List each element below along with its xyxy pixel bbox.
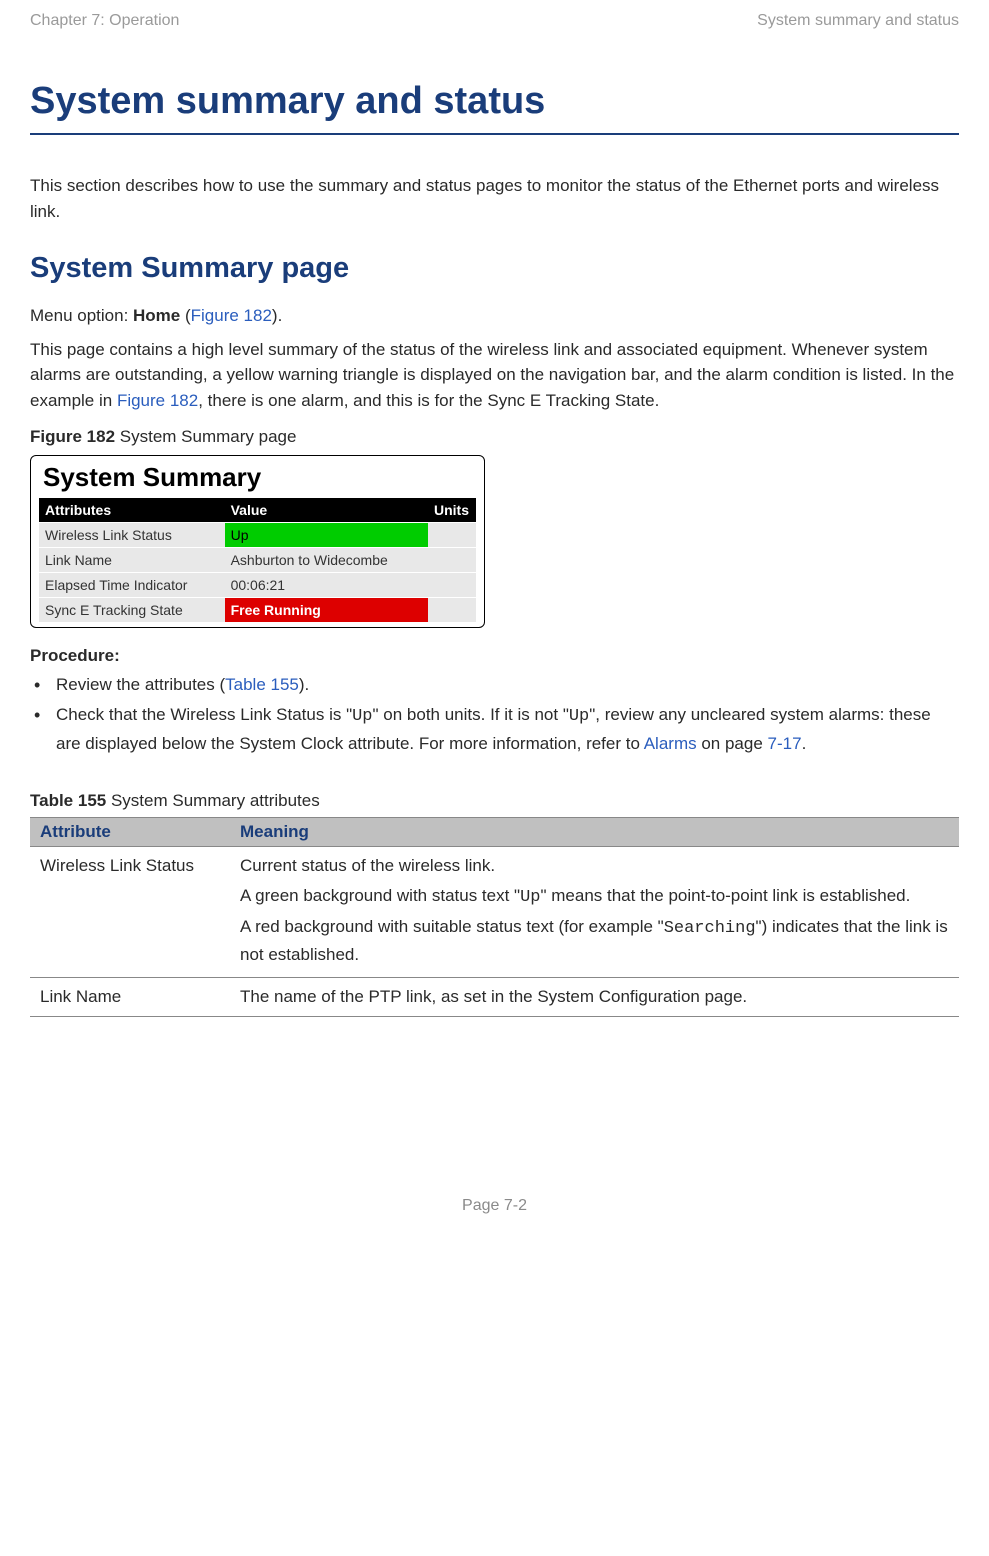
- text: on page: [697, 734, 768, 753]
- mono-text: Up: [352, 707, 372, 726]
- summary-table: Attributes Value Units Wireless Link Sta…: [39, 497, 476, 623]
- list-item: Review the attributes (Table 155).: [30, 672, 959, 698]
- table-caption: Table 155 System Summary attributes: [30, 791, 959, 811]
- mono-text: Up: [520, 888, 540, 907]
- table-ref-link[interactable]: Table 155: [225, 675, 299, 694]
- col-header-attributes: Attributes: [39, 498, 225, 522]
- text: Check that the Wireless Link Status is ": [56, 705, 352, 724]
- page-title: System summary and status: [30, 80, 959, 135]
- text: " on both units. If it is not ": [373, 705, 569, 724]
- text: A red background with suitable status te…: [240, 917, 664, 936]
- system-summary-panel: System Summary Attributes Value Units Wi…: [30, 455, 485, 628]
- attributes-table: Attribute Meaning Wireless Link Status C…: [30, 817, 959, 1017]
- figure-ref-link[interactable]: Figure 182: [117, 391, 198, 410]
- summary-panel-title: System Summary: [39, 462, 476, 493]
- text: A green background with status text ": [240, 886, 520, 905]
- cell-attribute: Link Name: [30, 978, 230, 1017]
- cell-value: Ashburton to Widecombe: [225, 548, 428, 572]
- cell-meaning: Current status of the wireless link. A g…: [230, 847, 959, 978]
- menu-option-line: Menu option: Home (Figure 182).: [30, 303, 959, 329]
- text: Menu option:: [30, 306, 133, 325]
- page-ref-link[interactable]: 7-17: [768, 734, 802, 753]
- cell-attr: Link Name: [39, 548, 225, 572]
- text: , there is one alarm, and this is for th…: [198, 391, 659, 410]
- cell-meaning: The name of the PTP link, as set in the …: [230, 978, 959, 1017]
- cell-units: [428, 523, 476, 547]
- text: (: [180, 306, 190, 325]
- table-row: Wireless Link Status Up: [39, 523, 476, 547]
- cell-value: 00:06:21: [225, 573, 428, 597]
- col-header-value: Value: [225, 498, 428, 522]
- cell-units: [428, 573, 476, 597]
- page-footer: Page 7-2: [30, 1197, 959, 1215]
- cell-value: Up: [225, 523, 428, 547]
- table-row: Link Name Ashburton to Widecombe: [39, 548, 476, 572]
- text: ).: [299, 675, 309, 694]
- text: A red background with suitable status te…: [240, 914, 949, 967]
- table-row: Sync E Tracking State Free Running: [39, 598, 476, 622]
- cell-attr: Elapsed Time Indicator: [39, 573, 225, 597]
- text: .: [802, 734, 807, 753]
- col-header-units: Units: [428, 498, 476, 522]
- figure-caption: Figure 182 System Summary page: [30, 427, 959, 447]
- text: Current status of the wireless link.: [240, 853, 949, 879]
- table-number: Table 155: [30, 791, 106, 810]
- cell-attr: Sync E Tracking State: [39, 598, 225, 622]
- col-header-attribute: Attribute: [30, 818, 230, 847]
- cell-value: Free Running: [225, 598, 428, 622]
- procedure-list: Review the attributes (Table 155). Check…: [30, 672, 959, 757]
- cell-attribute: Wireless Link Status: [30, 847, 230, 978]
- mono-text: Searching: [664, 919, 756, 938]
- cell-units: [428, 548, 476, 572]
- figure-title: System Summary page: [115, 427, 296, 446]
- section-heading: System Summary page: [30, 252, 959, 285]
- mono-text: Up: [569, 707, 589, 726]
- menu-home-bold: Home: [133, 306, 180, 325]
- table-row: Link Name The name of the PTP link, as s…: [30, 978, 959, 1017]
- cell-units: [428, 598, 476, 622]
- list-item: Check that the Wireless Link Status is "…: [30, 702, 959, 757]
- col-header-meaning: Meaning: [230, 818, 959, 847]
- figure-ref-link[interactable]: Figure 182: [191, 306, 272, 325]
- text: " means that the point-to-point link is …: [541, 886, 911, 905]
- table-row: Wireless Link Status Current status of t…: [30, 847, 959, 978]
- section-label: System summary and status: [757, 12, 959, 30]
- text: ).: [272, 306, 282, 325]
- cell-attr: Wireless Link Status: [39, 523, 225, 547]
- description-paragraph: This page contains a high level summary …: [30, 337, 959, 414]
- alarms-link[interactable]: Alarms: [644, 734, 697, 753]
- table-row: Elapsed Time Indicator 00:06:21: [39, 573, 476, 597]
- chapter-label: Chapter 7: Operation: [30, 12, 179, 30]
- text: A green background with status text "Up"…: [240, 883, 949, 911]
- figure-number: Figure 182: [30, 427, 115, 446]
- intro-paragraph: This section describes how to use the su…: [30, 173, 959, 224]
- text: Review the attributes (: [56, 675, 225, 694]
- procedure-heading: Procedure:: [30, 646, 959, 666]
- page-header: Chapter 7: Operation System summary and …: [30, 12, 959, 30]
- table-title: System Summary attributes: [106, 791, 320, 810]
